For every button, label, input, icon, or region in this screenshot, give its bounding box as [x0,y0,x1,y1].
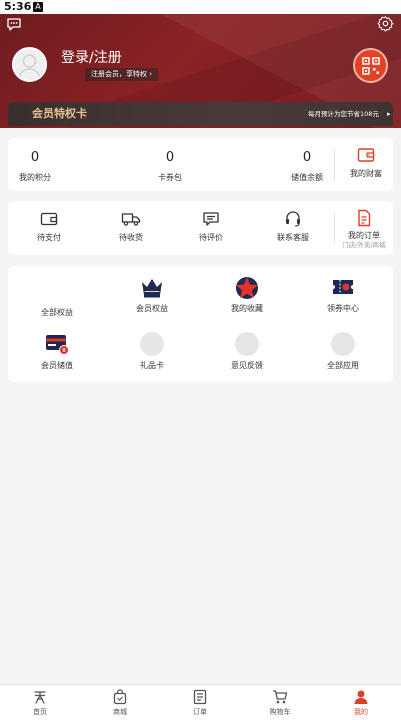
vip-card-subtitle: 每月预计为您节省108元 [308,110,379,118]
orders-card: 待支付 待收货 待评价 联系客服 我的订单 门店/外卖/商城 [8,201,393,255]
vip-arrow-icon: ▸ [387,110,391,118]
points-label: 我的积分 [19,173,51,182]
tab-orders-label: 订单 [193,708,207,716]
qr-code-button[interactable] [353,48,388,83]
all-apps-button[interactable]: 全部应用 [308,332,378,371]
tab-orders[interactable]: 订单 [160,685,240,720]
tab-home-label: 首页 [33,708,47,716]
coupon-center-label: 领券中心 [327,304,359,313]
star-icon [236,277,258,299]
assets-card: 0 我的积分 0 卡券包 0 储值余额 我的财富 [8,138,393,191]
feedback-placeholder-icon [235,332,259,356]
coupon-center-button[interactable]: 领券中心 [308,274,378,314]
my-favorites-label: 我的收藏 [231,304,263,313]
headset-icon [286,211,300,227]
my-orders-label: 我的订单 [348,231,380,240]
chevron-right-icon: › [149,70,153,78]
pending-receipt-label: 待收货 [119,233,143,242]
tab-cart-label: 购物车 [269,708,291,716]
wallet-icon [40,212,58,226]
all-benefits-label: 全部权益 [41,308,73,317]
qr-code-icon [361,56,380,75]
cart-icon [273,690,288,704]
member-benefits-label: 会员权益 [136,304,168,313]
gift-card-label: 礼品卡 [140,361,164,370]
member-pill-text: 注册会员，享特权 [91,70,147,78]
coupon-wallet-label: 卡券包 [158,173,182,182]
tab-mall[interactable]: 商城 [80,685,160,720]
my-wealth-label: 我的财富 [350,169,382,178]
pending-payment-label: 待支付 [37,233,61,242]
ticket-icon [333,280,353,294]
services-card: 全部权益 会员权益 我的收藏 领券中心 会员储值 礼品卡 意见反馈 全部应用 [8,266,393,382]
member-deposit-button[interactable]: 会员储值 [22,332,92,371]
avatar[interactable] [12,47,47,82]
contact-service-label: 联系客服 [277,233,309,242]
comment-icon [203,212,219,226]
home-icon [34,691,46,704]
tab-home[interactable]: 首页 [0,685,80,720]
notification-badge: A [33,2,43,12]
member-register-pill[interactable]: 注册会员，享特权 › [85,68,159,81]
tab-mine[interactable]: 我的 [321,685,401,720]
member-deposit-label: 会员储值 [41,361,73,370]
truck-icon [121,213,141,226]
pending-payment-button[interactable]: 待支付 [26,211,72,243]
feedback-button[interactable]: 意见反馈 [212,332,282,371]
pending-review-button[interactable]: 待评价 [188,211,234,243]
my-orders-sub: 门店/外卖/商城 [342,241,386,249]
stored-balance-value: 0 [302,150,312,165]
document-icon [358,209,371,227]
status-time: 5:36 [4,0,32,13]
points-value: 0 [30,150,40,165]
crown-icon [142,279,162,298]
stored-balance-label: 储值余额 [291,173,323,182]
pending-review-label: 待评价 [199,233,223,242]
stored-balance-stat[interactable]: 0 储值余额 [262,138,352,184]
pending-receipt-button[interactable]: 待收货 [108,211,154,243]
tab-cart[interactable]: 购物车 [240,685,320,720]
vip-card-title: 会员特权卡 [32,107,87,120]
login-register-link[interactable]: 登录/注册 [61,50,122,66]
my-favorites-button[interactable]: 我的收藏 [212,274,282,314]
all-benefits-button[interactable]: 全部权益 [22,278,92,318]
coupon-wallet-value: 0 [165,150,175,165]
member-benefits-button[interactable]: 会员权益 [117,274,187,314]
my-wealth-button[interactable]: 我的财富 [342,147,390,179]
vip-privilege-card[interactable]: 会员特权卡 每月预计为您节省108元 ▸ [8,102,393,126]
chat-bubble-icon[interactable] [6,16,22,32]
card-icon [46,335,69,355]
tab-mine-label: 我的 [354,708,368,716]
wallet-icon [357,148,375,162]
gift-card-button[interactable]: 礼品卡 [117,332,187,371]
bottom-tab-bar: 首页 商城 订单 购物车 我的 [0,684,401,720]
divider [334,150,335,180]
gift-card-placeholder-icon [140,332,164,356]
list-icon [193,689,207,705]
feedback-label: 意见反馈 [231,361,263,370]
coupon-wallet-stat[interactable]: 0 卡券包 [125,138,215,184]
all-apps-label: 全部应用 [327,361,359,370]
points-stat[interactable]: 0 我的积分 [0,138,80,184]
all-apps-placeholder-icon [331,332,355,356]
bag-icon [113,689,127,705]
contact-service-button[interactable]: 联系客服 [270,211,316,243]
gear-icon[interactable] [377,15,394,32]
tab-mall-label: 商城 [113,708,127,716]
divider [334,213,335,243]
user-icon [354,690,368,704]
status-bar: 5:36 A [0,0,401,14]
my-orders-button[interactable]: 我的订单 门店/外卖/商城 [336,209,392,250]
all-benefits-icon [45,278,69,302]
